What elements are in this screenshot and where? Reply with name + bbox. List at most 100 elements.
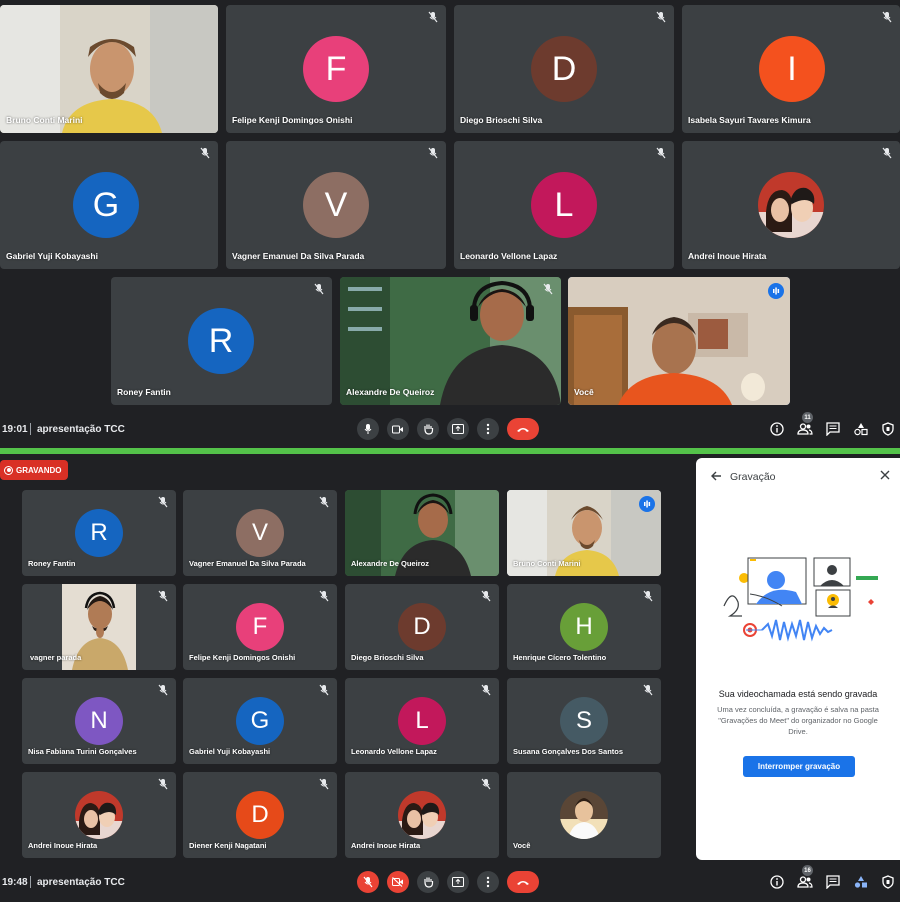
- host-controls-button[interactable]: [879, 873, 897, 891]
- participant-tile[interactable]: V Vagner Emanuel Da Silva Parada: [226, 141, 446, 269]
- participant-name: Leonardo Vellone Lapaz: [351, 747, 437, 756]
- participant-tile[interactable]: D Diego Brioschi Silva: [345, 584, 499, 670]
- present-screen-button[interactable]: [447, 418, 469, 440]
- back-arrow-icon[interactable]: [710, 470, 722, 482]
- video-tile[interactable]: vagner parada: [22, 584, 176, 670]
- chat-button[interactable]: [824, 420, 842, 438]
- more-options-button[interactable]: [477, 418, 499, 440]
- participant-tile[interactable]: Andrei Inoue Hirata: [345, 772, 499, 858]
- meeting-details-button[interactable]: [768, 420, 786, 438]
- avatar: H: [560, 603, 608, 651]
- activities-icon: [854, 876, 867, 888]
- participant-tile[interactable]: F Felipe Kenji Domingos Onishi: [183, 584, 337, 670]
- avatar: D: [236, 791, 284, 839]
- participant-tile[interactable]: R Roney Fantin: [22, 490, 176, 576]
- mic-button[interactable]: [357, 418, 379, 440]
- participant-name: Você: [574, 387, 594, 397]
- video-tile[interactable]: Bruno Conti Marini: [507, 490, 661, 576]
- participant-name: Nisa Fabiana Turini Gonçalves: [28, 747, 137, 756]
- meeting-details-button[interactable]: [768, 873, 786, 891]
- avatar: F: [303, 36, 369, 102]
- video-tile[interactable]: Alexandre De Queiroz: [345, 490, 499, 576]
- avatar: D: [398, 603, 446, 651]
- panel-title: Gravação: [730, 471, 776, 483]
- participant-name: Diego Brioschi Silva: [460, 115, 543, 125]
- participant-tile[interactable]: N Nisa Fabiana Turini Gonçalves: [22, 678, 176, 764]
- participant-name: Andrei Inoue Hirata: [28, 841, 98, 850]
- hand-icon: [423, 424, 433, 435]
- activities-button[interactable]: [852, 873, 870, 891]
- participant-tile[interactable]: R Roney Fantin: [111, 277, 332, 405]
- meeting-toolbar: 19:48 apresentação TCC 16: [0, 862, 900, 902]
- info-icon: [770, 422, 784, 436]
- avatar: R: [75, 509, 123, 557]
- participant-tile[interactable]: H Henrique Cícero Tolentino: [507, 584, 661, 670]
- participant-name: Isabela Sayuri Tavares Kimura: [688, 115, 811, 125]
- mic-off-icon: [643, 590, 653, 602]
- participant-tile[interactable]: S Susana Gonçalves Dos Santos: [507, 678, 661, 764]
- people-button[interactable]: 11: [796, 412, 814, 438]
- stop-recording-button[interactable]: Interromper gravação: [743, 756, 855, 777]
- avatar: N: [75, 697, 123, 745]
- participant-name: Susana Gonçalves Dos Santos: [513, 747, 624, 756]
- video-tile[interactable]: Alexandre De Queiroz: [340, 277, 561, 405]
- participant-tile[interactable]: Andrei Inoue Hirata: [22, 772, 176, 858]
- shield-icon: [882, 875, 894, 889]
- separator: [30, 876, 31, 888]
- participant-tile[interactable]: I Isabela Sayuri Tavares Kimura: [682, 5, 900, 133]
- participant-tile[interactable]: G Gabriel Yuji Kobayashi: [0, 141, 218, 269]
- self-video-tile[interactable]: Você: [568, 277, 790, 405]
- host-controls-button[interactable]: [879, 420, 897, 438]
- avatar: F: [236, 603, 284, 651]
- participant-tile[interactable]: V Vagner Emanuel Da Silva Parada: [183, 490, 337, 576]
- more-options-button[interactable]: [477, 871, 499, 893]
- recording-badge: GRAVANDO: [0, 460, 68, 480]
- mic-off-icon: [656, 147, 666, 159]
- avatar: L: [398, 697, 446, 745]
- participant-tile[interactable]: L Leonardo Vellone Lapaz: [454, 141, 674, 269]
- participants-count-badge: 11: [802, 412, 813, 423]
- mic-off-icon: [200, 147, 210, 159]
- self-tile[interactable]: Você: [507, 772, 661, 858]
- participant-name: Felipe Kenji Domingos Onishi: [232, 115, 353, 125]
- recording-illustration: [723, 557, 878, 642]
- avatar-photo: [75, 791, 123, 839]
- mic-off-icon: [363, 876, 373, 888]
- camera-off-button[interactable]: [387, 871, 409, 893]
- participant-tile[interactable]: G Gabriel Yuji Kobayashi: [183, 678, 337, 764]
- people-icon: [797, 423, 813, 435]
- speaking-indicator-icon: [639, 496, 655, 512]
- camera-button[interactable]: [387, 418, 409, 440]
- mic-off-icon: [158, 496, 168, 508]
- activities-button[interactable]: [852, 420, 870, 438]
- raise-hand-button[interactable]: [417, 418, 439, 440]
- participant-name: Alexandre De Queiroz: [346, 387, 435, 397]
- chat-button[interactable]: [824, 873, 842, 891]
- participant-name: Roney Fantin: [28, 559, 76, 568]
- mic-off-button[interactable]: [357, 871, 379, 893]
- meeting-clock: 19:01: [2, 423, 28, 435]
- people-button[interactable]: 16: [796, 865, 814, 891]
- hang-up-icon: [517, 427, 529, 432]
- participant-tile[interactable]: D Diego Brioschi Silva: [454, 5, 674, 133]
- raise-hand-button[interactable]: [417, 871, 439, 893]
- mic-off-icon: [656, 11, 666, 23]
- participant-tile[interactable]: L Leonardo Vellone Lapaz: [345, 678, 499, 764]
- meeting-clock: 19:48: [2, 876, 28, 888]
- participant-tile[interactable]: Andrei Inoue Hirata: [682, 141, 900, 269]
- close-icon[interactable]: [880, 470, 890, 480]
- chat-icon: [826, 875, 840, 889]
- present-screen-button[interactable]: [447, 871, 469, 893]
- mic-off-icon: [882, 147, 892, 159]
- separator: [30, 423, 31, 435]
- participant-name: Diego Brioschi Silva: [351, 653, 424, 662]
- mic-off-icon: [158, 778, 168, 790]
- leave-call-button[interactable]: [507, 418, 539, 440]
- participant-name: Andrei Inoue Hirata: [351, 841, 421, 850]
- participant-tile[interactable]: F Felipe Kenji Domingos Onishi: [226, 5, 446, 133]
- participant-tile[interactable]: D Diener Kenji Nagatani: [183, 772, 337, 858]
- leave-call-button[interactable]: [507, 871, 539, 893]
- participant-name: Leonardo Vellone Lapaz: [460, 251, 558, 261]
- avatar-photo: [758, 172, 824, 238]
- video-tile[interactable]: Bruno Conti Marini: [0, 5, 218, 133]
